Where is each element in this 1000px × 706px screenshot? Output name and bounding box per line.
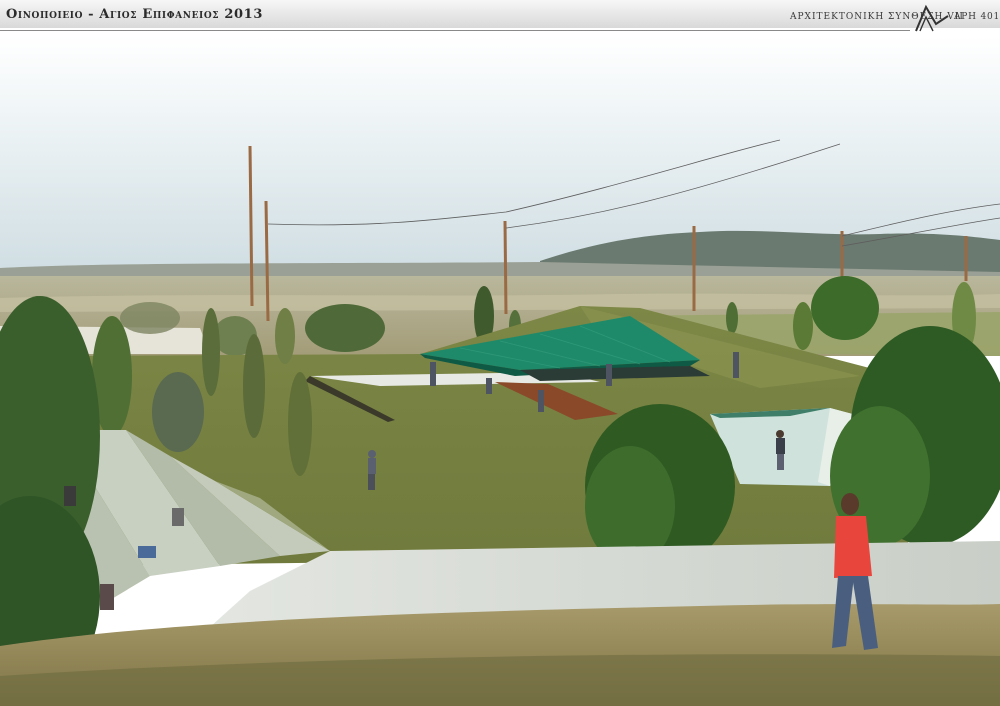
sheet-header: Οινοποιειο - Αγιος Επιφανειος 2013 ΑΡΧΙΤ… xyxy=(0,0,1000,36)
header-rule xyxy=(0,30,910,31)
person-walking-center xyxy=(368,450,376,490)
render-image xyxy=(0,36,1000,706)
sheet-code: ΑΡΗ 401 xyxy=(954,12,1000,22)
project-title: Οινοποιειο - Αγιος Επιφανειος 2013 xyxy=(6,7,263,22)
landscape-render xyxy=(0,36,1000,706)
architect-roof-logo-icon xyxy=(915,4,949,32)
